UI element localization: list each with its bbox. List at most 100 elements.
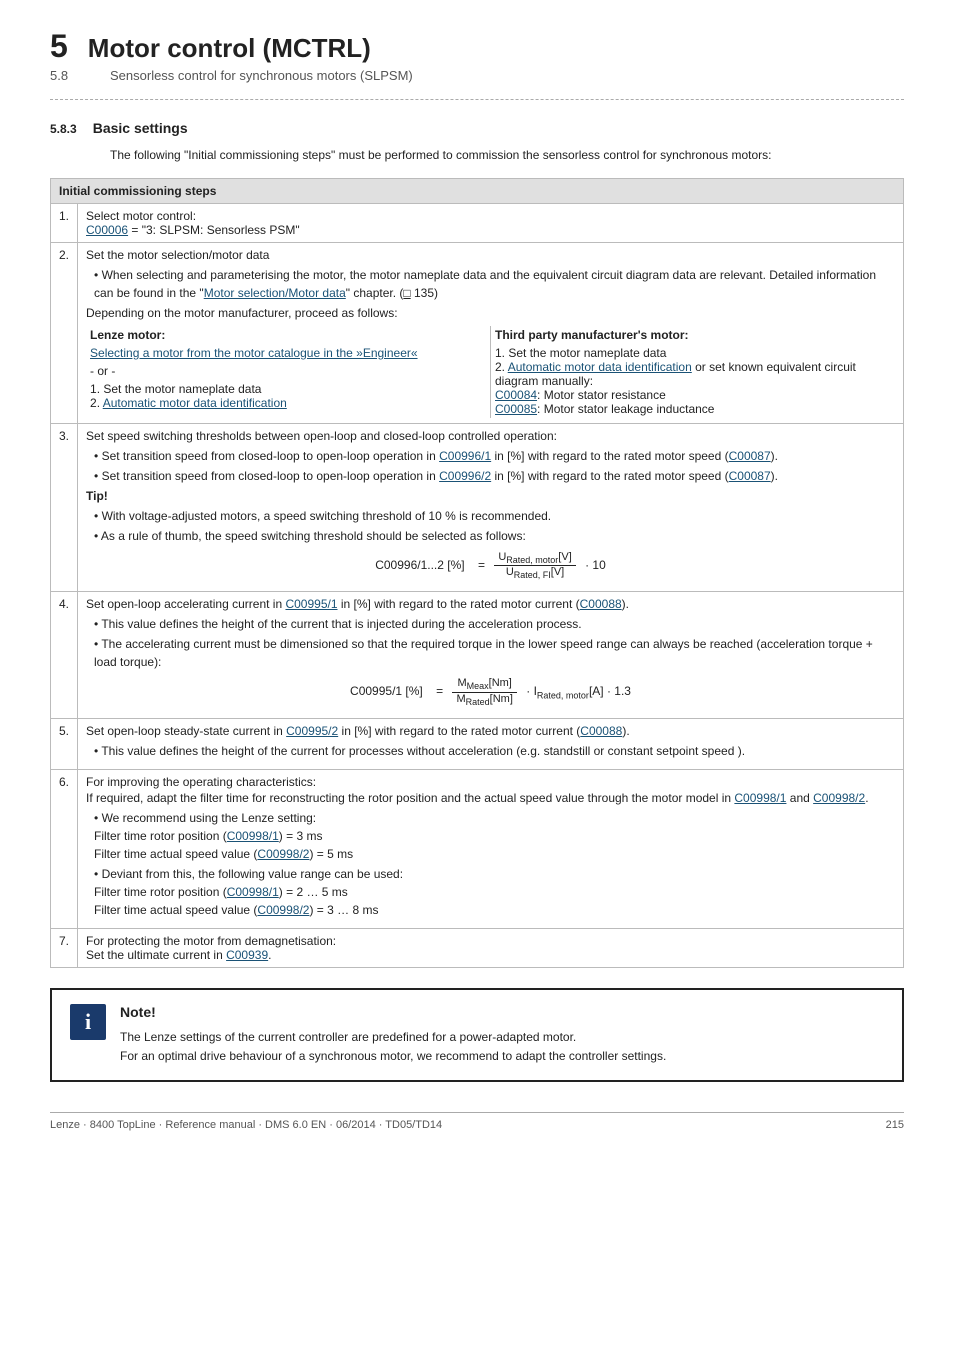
chapter-number: 5	[50, 30, 68, 62]
formula-c00996-label: C00996/1...2 [%]	[375, 558, 464, 572]
table-row: 3. Set speed switching thresholds betwee…	[51, 424, 904, 592]
c00996-2-link[interactable]: C00996/2	[439, 469, 491, 483]
step-5-bullet-1: This value defines the height of the cur…	[94, 742, 895, 760]
c00006-link[interactable]: C00006	[86, 223, 128, 237]
sub-number: 5.8	[50, 68, 90, 83]
c00087-link-2[interactable]: C00087	[729, 469, 771, 483]
c00995-1-link[interactable]: C00995/1	[285, 597, 337, 611]
step-3-content: Set speed switching thresholds between o…	[78, 424, 904, 592]
lenze-catalogue-link[interactable]: Selecting a motor from the motor catalog…	[90, 346, 418, 360]
formula-fraction-4: MMeax[Nm] MRated[Nm]	[452, 677, 516, 706]
section-number: 5.8.3	[50, 122, 77, 136]
motor-manufacturer-table: Lenze motor: Selecting a motor from the …	[86, 326, 895, 418]
step-5-num: 5.	[51, 718, 78, 769]
c00998-2-link-3[interactable]: C00998/2	[257, 903, 309, 917]
formula-multiplier-4: · IRated, motor[A] · 1.3	[526, 684, 631, 698]
lenze-motor-heading: Lenze motor:	[90, 328, 486, 342]
c00085-link[interactable]: C00085	[495, 402, 537, 416]
step-6-bullet-recommend: We recommend using the Lenze setting: Fi…	[94, 809, 895, 863]
step-6-content: For improving the operating characterist…	[78, 769, 904, 928]
step-2-depends: Depending on the motor manufacturer, pro…	[86, 306, 895, 320]
c00088-link-1[interactable]: C00088	[580, 597, 622, 611]
table-row: Lenze motor: Selecting a motor from the …	[86, 326, 895, 418]
c00998-1-link-2[interactable]: C00998/1	[227, 829, 279, 843]
step-4-formula: C00995/1 [%] = MMeax[Nm] MRated[Nm] · IR…	[86, 677, 895, 706]
step-6-bullet-deviant: Deviant from this, the following value r…	[94, 865, 895, 919]
section-intro: The following "Initial commissioning ste…	[110, 146, 904, 164]
table-row: 5. Set open-loop steady-state current in…	[51, 718, 904, 769]
step-4-content: Set open-loop accelerating current in C0…	[78, 592, 904, 718]
step-4-bullet-2: The accelerating current must be dimensi…	[94, 635, 895, 671]
step-3-tip-1: With voltage-adjusted motors, a speed sw…	[94, 507, 895, 525]
lenze-steps: 1. Set the motor nameplate data 2. Autom…	[90, 382, 486, 410]
step-2-content: Set the motor selection/motor data When …	[78, 243, 904, 424]
step-6-subtitle: If required, adapt the filter time for r…	[86, 791, 895, 805]
page: 5 Motor control (MCTRL) 5.8 Sensorless c…	[0, 0, 954, 1161]
formula-numerator: URated, motor[V]	[494, 551, 575, 566]
note-text: The Lenze settings of the current contro…	[120, 1028, 666, 1066]
formula-c00995-label: C00995/1 [%]	[350, 684, 423, 698]
c00998-1-link[interactable]: C00998/1	[734, 791, 786, 805]
step-4-bullet-1: This value defines the height of the cur…	[94, 615, 895, 633]
c00995-2-link[interactable]: C00995/2	[286, 724, 338, 738]
third-auto-id-link[interactable]: Automatic motor data identification	[508, 360, 692, 374]
step-3-tip-label: Tip!	[86, 489, 895, 503]
footer-left: Lenze · 8400 TopLine · Reference manual …	[50, 1119, 442, 1131]
c00998-2-link-2[interactable]: C00998/2	[257, 847, 309, 861]
motor-selection-link[interactable]: Motor selection/Motor data	[204, 286, 346, 300]
step-5-text: Set open-loop steady-state current in C0…	[86, 724, 895, 738]
lenze-or: - or -	[90, 364, 486, 378]
third-party-heading: Third party manufacturer's motor:	[495, 328, 891, 342]
sub-header: 5.8 Sensorless control for synchronous m…	[50, 68, 904, 83]
step-1-link[interactable]: C00006 = "3: SLPSM: Sensorless PSM"	[86, 223, 895, 237]
note-box: i Note! The Lenze settings of the curren…	[50, 988, 904, 1082]
c00087-link-1[interactable]: C00087	[729, 449, 771, 463]
table-row: 2. Set the motor selection/motor data Wh…	[51, 243, 904, 424]
step-3-bullets: Set transition speed from closed-loop to…	[94, 447, 895, 485]
chapter-title: Motor control (MCTRL)	[88, 33, 371, 64]
step-5-bullets: This value defines the height of the cur…	[94, 742, 895, 760]
step-6-title: For improving the operating characterist…	[86, 775, 895, 789]
formula-denominator-4: MRated[Nm]	[452, 693, 516, 707]
table-row: 7. For protecting the motor from demagne…	[51, 928, 904, 967]
step-4-bullets: This value defines the height of the cur…	[94, 615, 895, 671]
lenze-auto-id-link[interactable]: Automatic motor data identification	[103, 396, 287, 410]
table-row: 6. For improving the operating character…	[51, 769, 904, 928]
lenze-selecting: Selecting a motor from the motor catalog…	[90, 346, 486, 360]
formula-fraction: URated, motor[V] URated, FI[V]	[494, 551, 575, 580]
chapter-ref: □	[403, 286, 410, 300]
table-row: 1. Select motor control: C00006 = "3: SL…	[51, 204, 904, 243]
sub-title: Sensorless control for synchronous motor…	[110, 68, 413, 83]
table-row: 4. Set open-loop accelerating current in…	[51, 592, 904, 718]
third-party-steps: 1. Set the motor nameplate data 2. Autom…	[495, 346, 891, 416]
step-4-title: Set open-loop accelerating current in C0…	[86, 597, 895, 611]
c00084-link[interactable]: C00084	[495, 388, 537, 402]
section-divider	[50, 99, 904, 100]
step-3-tip-2: As a rule of thumb, the speed switching …	[94, 527, 895, 545]
c00939-link[interactable]: C00939	[226, 948, 268, 962]
c00998-2-link-1[interactable]: C00998/2	[813, 791, 865, 805]
section-title: Basic settings	[93, 120, 188, 136]
step-5-content: Set open-loop steady-state current in C0…	[78, 718, 904, 769]
note-title: Note!	[120, 1004, 666, 1020]
step-6-num: 6.	[51, 769, 78, 928]
step-3-bullet-1: Set transition speed from closed-loop to…	[94, 447, 895, 465]
formula-denominator: URated, FI[V]	[494, 566, 575, 580]
third-party-col: Third party manufacturer's motor: 1. Set…	[491, 326, 896, 418]
step-3-title: Set speed switching thresholds between o…	[86, 429, 895, 443]
step-3-formula: C00996/1...2 [%] = URated, motor[V] URat…	[86, 551, 895, 580]
step-3-num: 3.	[51, 424, 78, 592]
c00996-1-link[interactable]: C00996/1	[439, 449, 491, 463]
step-2-bullets: When selecting and parameterising the mo…	[94, 266, 895, 302]
step-7-num: 7.	[51, 928, 78, 967]
commissioning-table: Initial commissioning steps 1. Select mo…	[50, 178, 904, 968]
step-2-num: 2.	[51, 243, 78, 424]
c00998-1-link-3[interactable]: C00998/1	[227, 885, 279, 899]
step-7-text: For protecting the motor from demagnetis…	[86, 934, 895, 962]
step-4-num: 4.	[51, 592, 78, 718]
c00088-link-2[interactable]: C00088	[580, 724, 622, 738]
step-2-bullet-1: When selecting and parameterising the mo…	[94, 266, 895, 302]
step-1-num: 1.	[51, 204, 78, 243]
formula-equals: =	[478, 558, 485, 572]
step-7-content: For protecting the motor from demagnetis…	[78, 928, 904, 967]
